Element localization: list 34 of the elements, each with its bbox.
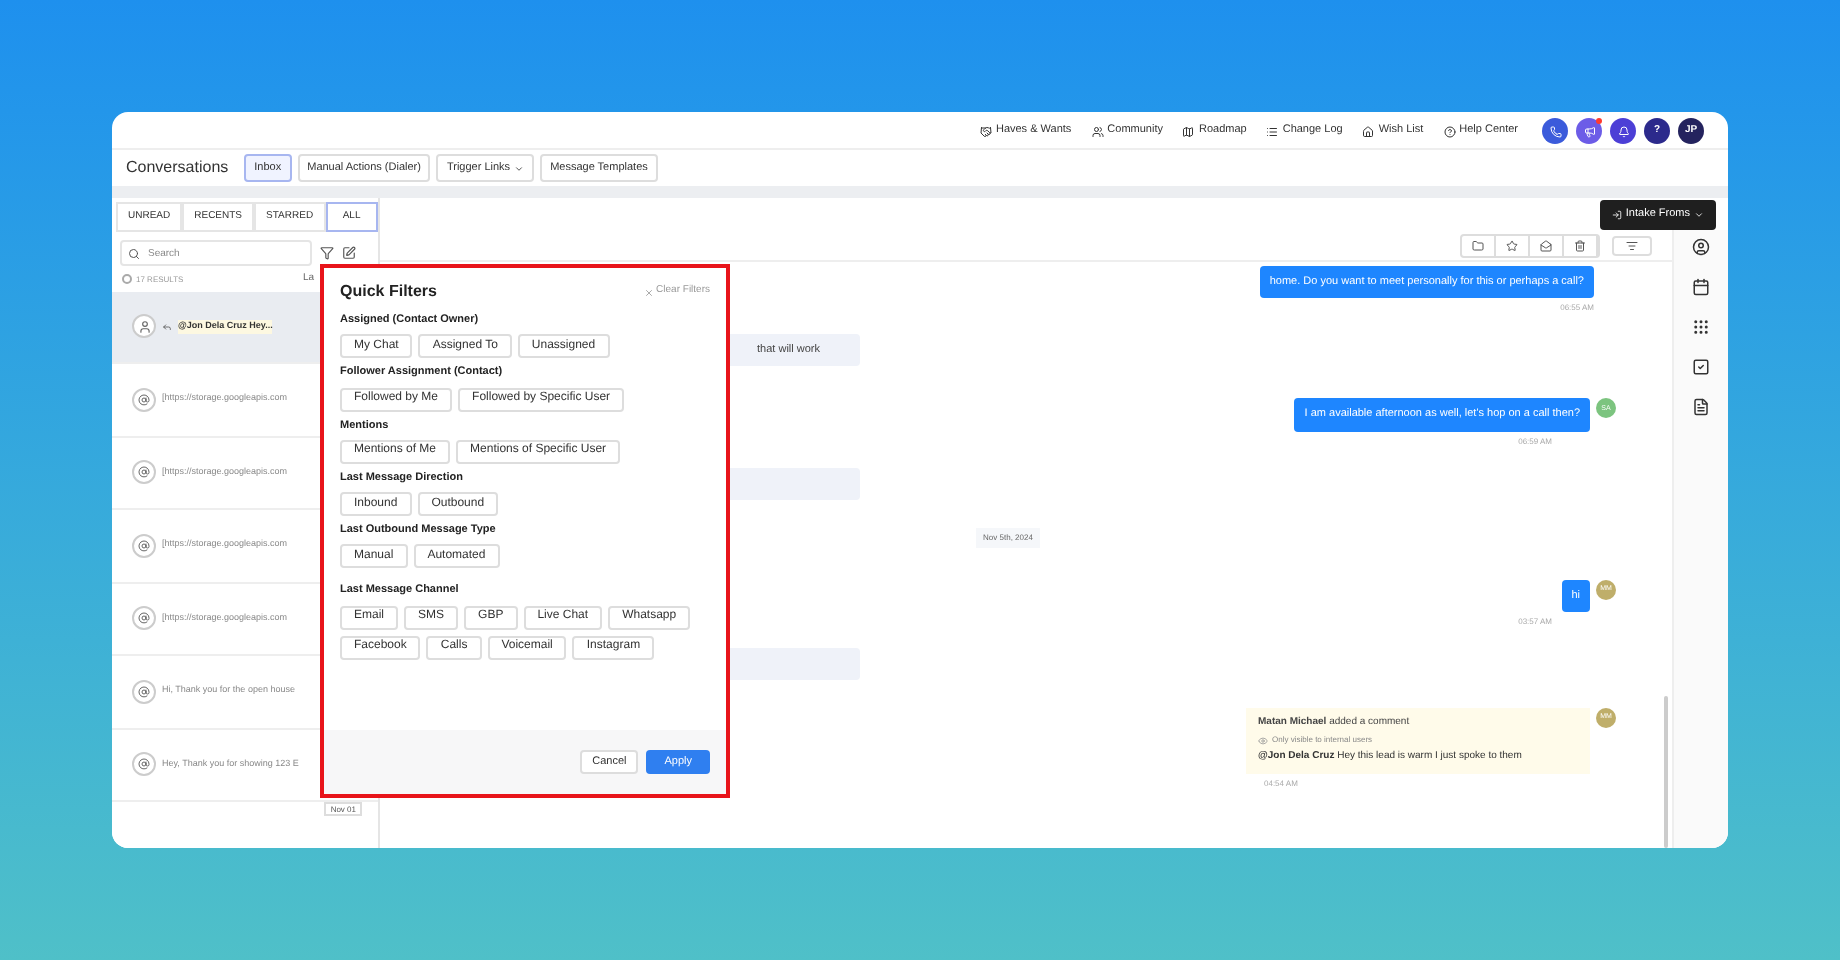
bell-button[interactable] — [1610, 118, 1636, 144]
map-icon — [1182, 125, 1195, 137]
compose-icon[interactable] — [342, 246, 356, 260]
bell-icon — [1617, 125, 1629, 137]
caret-icon — [1694, 210, 1704, 220]
calendar-icon[interactable] — [1692, 278, 1710, 296]
help-icon — [1443, 125, 1456, 137]
login-icon — [1611, 210, 1622, 220]
grid-icon[interactable] — [1692, 318, 1710, 336]
house-icon — [1362, 125, 1375, 137]
document-icon[interactable] — [1692, 398, 1710, 416]
list-icon — [1266, 125, 1279, 137]
user-icon — [132, 314, 156, 339]
phone-button[interactable] — [1542, 118, 1568, 144]
page-title: Conversations — [126, 156, 229, 180]
phone-icon — [1549, 125, 1561, 137]
at-icon — [132, 679, 156, 704]
at-icon — [132, 606, 156, 631]
select-all-checkbox[interactable] — [122, 274, 132, 285]
at-icon — [132, 387, 156, 412]
checkbox-icon[interactable] — [1692, 358, 1710, 376]
caret-icon — [514, 163, 525, 173]
search-icon — [128, 247, 140, 259]
eye-icon — [1258, 735, 1268, 746]
at-icon — [132, 533, 156, 558]
reply-icon — [162, 321, 172, 332]
megaphone-icon — [1583, 125, 1595, 137]
handshake-icon — [979, 125, 992, 137]
people-icon — [1091, 125, 1104, 137]
at-icon — [132, 460, 156, 485]
contact-icon[interactable] — [1692, 238, 1710, 256]
at-icon — [132, 752, 156, 777]
megaphone-button[interactable] — [1576, 118, 1602, 144]
filter-icon[interactable] — [320, 246, 334, 260]
